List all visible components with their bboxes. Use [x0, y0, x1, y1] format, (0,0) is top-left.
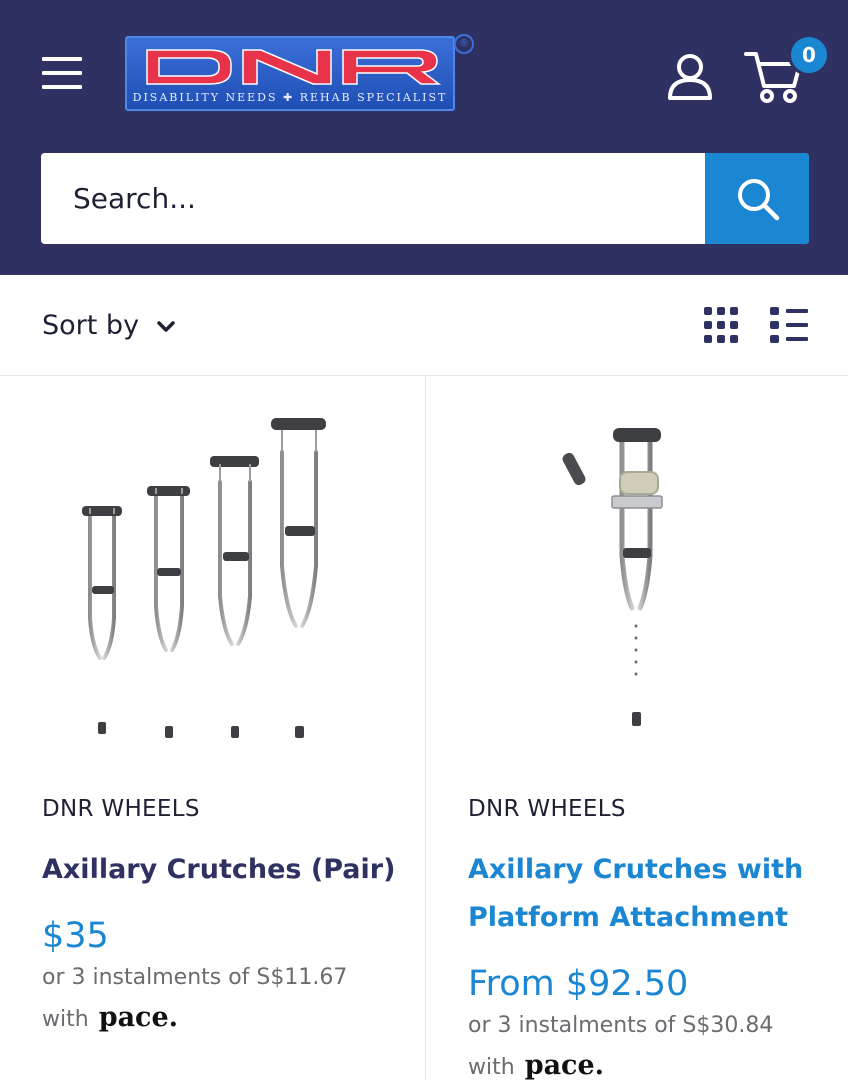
instalment-with-label: with: [42, 1007, 89, 1032]
list-view-button[interactable]: [770, 304, 812, 346]
product-title-link[interactable]: Axillary Crutches (Pair): [42, 846, 412, 894]
hamburger-menu-button[interactable]: [40, 54, 84, 92]
cart-count-badge: 0: [788, 34, 830, 76]
pace-brand-logo: pace.: [98, 1002, 179, 1033]
site-logo[interactable]: DISABILITY NEEDS ✚ REHAB SPECIALIST: [125, 36, 455, 111]
chevron-down-icon: [157, 321, 175, 332]
sort-by-dropdown[interactable]: Sort by: [42, 305, 175, 345]
product-vendor: DNR WHEELS: [468, 796, 626, 822]
logo-tagline: DISABILITY NEEDS ✚ REHAB SPECIALIST: [132, 91, 448, 104]
grid-view-button[interactable]: [700, 304, 742, 346]
pace-brand-logo: pace.: [524, 1050, 605, 1080]
instalment-with-label: with: [468, 1055, 515, 1080]
product-image-crutch-platform[interactable]: [426, 396, 848, 766]
product-title-link[interactable]: Axillary Crutches with Platform Attachme…: [468, 846, 838, 942]
search-input[interactable]: [41, 153, 705, 244]
search-bar: [41, 153, 809, 244]
instalment-info: or 3 instalments of S$11.67 with pace.: [42, 958, 347, 1040]
product-card[interactable]: DNR WHEELS Axillary Crutches with Platfo…: [426, 376, 848, 1080]
product-price: $35: [42, 916, 109, 956]
account-button[interactable]: [664, 50, 716, 102]
hamburger-line: [42, 71, 82, 75]
instalment-info: or 3 instalments of S$30.84 with pace.: [468, 1006, 773, 1080]
sort-by-label: Sort by: [42, 309, 140, 341]
product-card[interactable]: DNR WHEELS Axillary Crutches (Pair) $35 …: [0, 376, 424, 1080]
instalment-text: or 3 instalments of S$11.67: [42, 965, 348, 990]
hamburger-line: [42, 85, 82, 89]
hamburger-menu-icon: [42, 57, 82, 61]
collection-toolbar: Sort by: [0, 275, 848, 376]
search-icon: [738, 179, 780, 221]
product-grid: DNR WHEELS Axillary Crutches (Pair) $35 …: [0, 376, 848, 1080]
instalment-text: or 3 instalments of S$30.84: [468, 1013, 774, 1038]
product-price: From $92.50: [468, 964, 689, 1004]
search-button[interactable]: [705, 153, 809, 244]
dnr-wordmark-logo: [146, 49, 441, 85]
product-vendor: DNR WHEELS: [42, 796, 200, 822]
product-image-crutches-pair[interactable]: [0, 396, 424, 766]
registered-mark: ®: [454, 34, 474, 54]
site-header: DISABILITY NEEDS ✚ REHAB SPECIALIST ® 0: [0, 0, 848, 275]
user-icon: [668, 54, 712, 100]
